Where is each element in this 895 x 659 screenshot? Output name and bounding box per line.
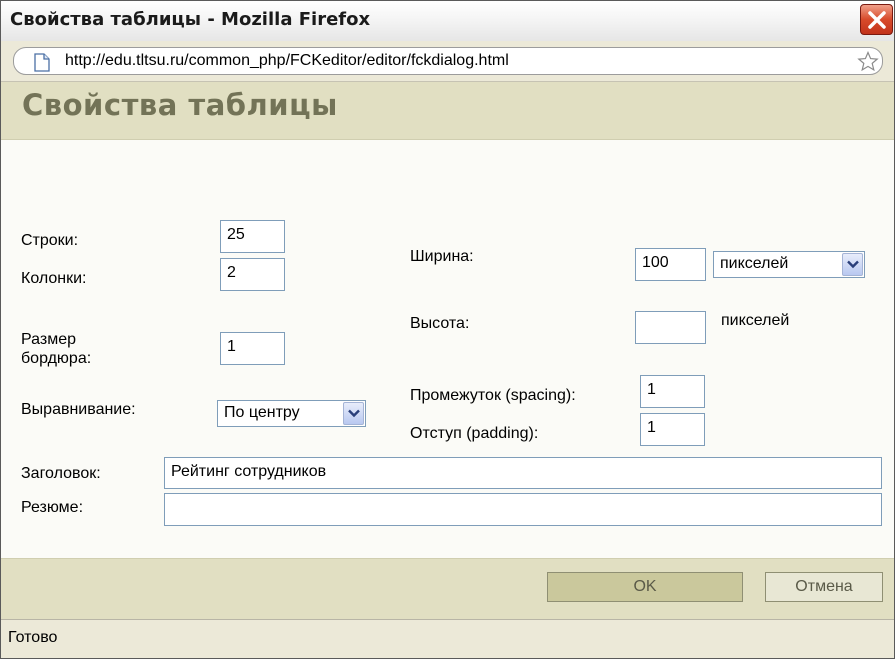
dialog-title: Свойства таблицы (22, 88, 338, 122)
align-label: Выравнивание: (21, 401, 136, 418)
border-label-line1: Размер (21, 331, 76, 348)
summary-label: Резюме: (21, 499, 84, 516)
align-select[interactable]: По центру (217, 400, 366, 427)
spacing-input[interactable]: 1 (640, 375, 705, 408)
summary-input[interactable] (164, 493, 882, 526)
title-bar: Свойства таблицы - Mozilla Firefox (1, 1, 894, 42)
height-label: Высота: (410, 315, 470, 332)
height-input[interactable] (635, 311, 706, 344)
caption-input[interactable]: Рейтинг сотрудников (164, 457, 882, 489)
dialog-header: Свойства таблицы (1, 82, 894, 140)
url-field[interactable]: http://edu.tltsu.ru/common_php/FCKeditor… (13, 47, 883, 75)
window-title: Свойства таблицы - Mozilla Firefox (10, 9, 371, 30)
height-unit-label: пикселей (721, 312, 790, 329)
padding-label: Отступ (padding): (410, 425, 539, 442)
rows-label: Строки: (21, 232, 79, 249)
close-button[interactable] (860, 4, 893, 35)
address-bar: http://edu.tltsu.ru/common_php/FCKeditor… (1, 41, 894, 82)
spacing-label: Промежуток (spacing): (410, 387, 576, 404)
align-dropdown-button[interactable] (343, 402, 364, 425)
cols-input[interactable]: 2 (220, 258, 285, 291)
dialog-body: Строки: 25 Колонки: 2 Размер бордюра: 1 … (1, 140, 894, 558)
rows-input[interactable]: 25 (220, 220, 285, 253)
border-size-input[interactable]: 1 (220, 332, 285, 365)
width-unit-value: пикселей (720, 255, 789, 272)
caption-label: Заголовок: (21, 465, 101, 482)
cancel-button[interactable]: Отмена (765, 572, 883, 602)
dialog-footer: OK Отмена (1, 558, 894, 619)
page-icon (34, 53, 50, 72)
ok-button[interactable]: OK (547, 572, 743, 602)
width-label: Ширина: (410, 248, 474, 265)
chevron-down-icon (847, 260, 859, 269)
status-text: Готово (8, 629, 58, 646)
status-bar: Готово (1, 619, 894, 658)
star-icon[interactable] (857, 51, 879, 72)
close-icon (868, 11, 886, 29)
width-unit-dropdown-button[interactable] (842, 253, 863, 276)
url-text: http://edu.tltsu.ru/common_php/FCKeditor… (65, 52, 509, 69)
padding-input[interactable]: 1 (640, 413, 705, 446)
browser-window: Свойства таблицы - Mozilla Firefox http:… (0, 0, 895, 659)
align-select-value: По центру (224, 404, 300, 421)
chevron-down-icon (348, 409, 360, 418)
border-label-line2: бордюра: (21, 350, 92, 367)
width-input[interactable]: 100 (635, 248, 706, 281)
cols-label: Колонки: (21, 270, 87, 287)
width-unit-select[interactable]: пикселей (713, 251, 865, 278)
